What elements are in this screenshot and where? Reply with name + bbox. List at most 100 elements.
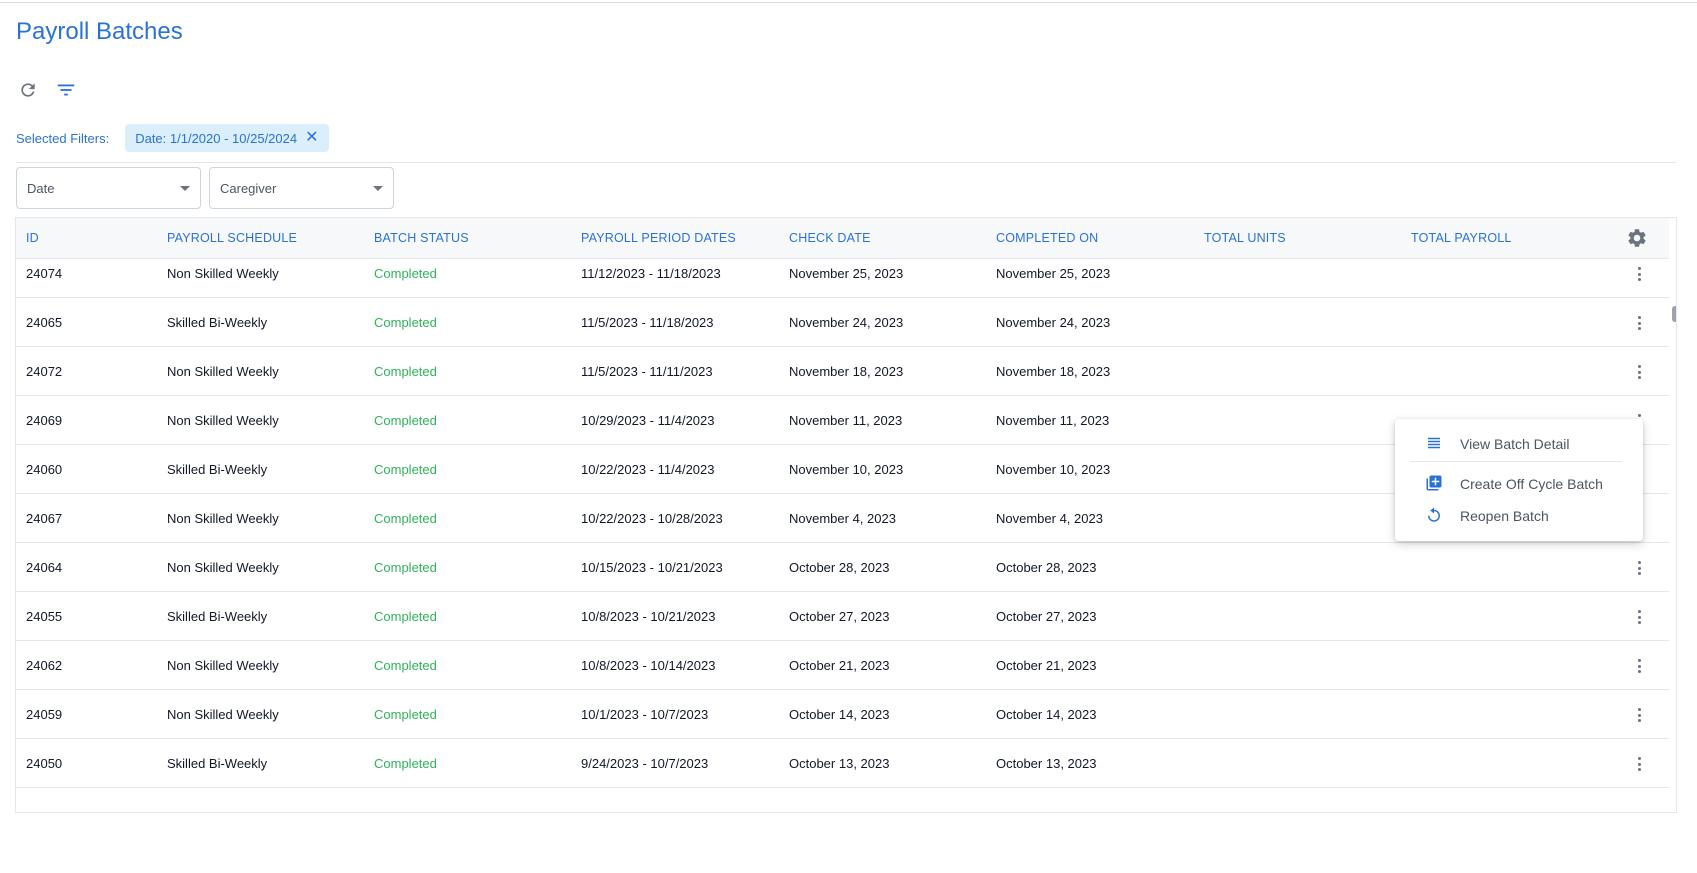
cell-check-date: November 10, 2023 <box>789 462 904 477</box>
row-actions-more-icon[interactable] <box>1631 755 1647 773</box>
cell-id: 24069 <box>26 413 63 428</box>
cell-payroll-schedule: Skilled Bi-Weekly <box>167 609 268 624</box>
cell-id: 24065 <box>26 315 63 330</box>
menu-item-create-off-cycle-batch[interactable]: Create Off Cycle Batch <box>1395 469 1643 499</box>
cell-batch-status: Completed <box>374 364 437 379</box>
cell-payroll-schedule: Non Skilled Weekly <box>167 364 279 379</box>
cell-id: 24067 <box>26 511 63 526</box>
scroll-thumb[interactable] <box>1672 306 1676 322</box>
cell-check-date: October 21, 2023 <box>789 658 890 673</box>
filters-divider <box>16 162 1676 163</box>
menu-item-label: Create Off Cycle Batch <box>1460 476 1603 492</box>
cell-batch-status: Completed <box>374 707 437 722</box>
date-select-label: Date <box>27 180 55 196</box>
cell-id: 24072 <box>26 364 63 379</box>
column-header-batch-status[interactable]: BATCH STATUS <box>374 231 469 245</box>
table-row[interactable]: 24059 Non Skilled Weekly Completed 10/1/202… <box>16 690 1669 739</box>
row-actions-more-icon[interactable] <box>1631 608 1647 626</box>
column-header-completed-on[interactable]: COMPLETED ON <box>996 231 1098 245</box>
row-actions-more-icon[interactable] <box>1631 265 1647 283</box>
list-icon <box>1428 437 1440 449</box>
add-box-icon <box>1426 475 1442 491</box>
cell-payroll-schedule: Non Skilled Weekly <box>167 511 279 526</box>
cell-check-date: November 24, 2023 <box>789 315 904 330</box>
page-title: Payroll Batches <box>16 18 183 45</box>
cell-completed-on: November 24, 2023 <box>996 315 1111 330</box>
cell-check-date: November 18, 2023 <box>789 364 904 379</box>
cell-completed-on: November 18, 2023 <box>996 364 1111 379</box>
table-row[interactable]: 24065 Skilled Bi-Weekly Completed 11/5/2023… <box>16 298 1669 347</box>
refresh-button[interactable] <box>16 78 40 102</box>
column-header-id[interactable]: ID <box>26 231 39 245</box>
table-scrollbar[interactable] <box>1672 259 1676 812</box>
cell-id: 24060 <box>26 462 63 477</box>
cell-batch-status: Completed <box>374 315 437 330</box>
cell-completed-on: October 28, 2023 <box>996 560 1097 575</box>
date-filter-chip-label: Date: 1/1/2020 - 10/25/2024 <box>135 130 298 146</box>
cell-completed-on: October 14, 2023 <box>996 707 1097 722</box>
menu-item-reopen-batch[interactable]: Reopen Batch <box>1395 501 1643 531</box>
table-row[interactable]: 24062 Non Skilled Weekly Completed 10/8/202… <box>16 641 1669 690</box>
menu-divider <box>1410 461 1622 462</box>
cell-payroll-period-dates: 10/15/2023 - 10/21/2023 <box>581 560 723 575</box>
cell-completed-on: November 4, 2023 <box>996 511 1103 526</box>
menu-item-view-batch-detail[interactable]: View Batch Detail <box>1395 429 1643 459</box>
cell-batch-status: Completed <box>374 511 437 526</box>
cell-check-date: October 14, 2023 <box>789 707 890 722</box>
menu-item-label: View Batch Detail <box>1460 436 1570 452</box>
chevron-down-icon <box>373 185 383 191</box>
caregiver-select[interactable]: Caregiver <box>209 167 394 209</box>
cell-check-date: October 28, 2023 <box>789 560 890 575</box>
cell-batch-status: Completed <box>374 658 437 673</box>
table-row[interactable]: 24055 Skilled Bi-Weekly Completed 10/8/2023… <box>16 592 1669 641</box>
top-border <box>0 2 1697 3</box>
selected-filters-label: Selected Filters: <box>16 130 110 146</box>
cell-check-date: November 11, 2023 <box>789 413 903 428</box>
cell-batch-status: Completed <box>374 609 437 624</box>
table-row[interactable]: 24050 Skilled Bi-Weekly Completed 9/24/2023… <box>16 739 1669 788</box>
cell-payroll-schedule: Skilled Bi-Weekly <box>167 462 268 477</box>
table-row[interactable]: 24064 Non Skilled Weekly Completed 10/15/20… <box>16 543 1669 592</box>
row-actions-more-icon[interactable] <box>1631 559 1647 577</box>
filter-icon <box>57 84 75 96</box>
batch-context-menu: View Batch Detail Create Off Cycle Batch… <box>1395 419 1643 541</box>
undo-icon <box>1428 507 1440 522</box>
row-actions-more-icon[interactable] <box>1631 706 1647 724</box>
column-header-total-units[interactable]: TOTAL UNITS <box>1204 231 1286 245</box>
cell-completed-on: October 27, 2023 <box>996 609 1097 624</box>
cell-batch-status: Completed <box>374 560 437 575</box>
cell-payroll-period-dates: 10/29/2023 - 11/4/2023 <box>581 413 715 428</box>
gear-icon[interactable] <box>1626 227 1648 249</box>
cell-id: 24055 <box>26 609 63 624</box>
cell-id: 24064 <box>26 560 63 575</box>
row-actions-more-icon[interactable] <box>1631 657 1647 675</box>
cell-payroll-period-dates: 10/22/2023 - 11/4/2023 <box>581 462 715 477</box>
cell-completed-on: October 13, 2023 <box>996 756 1097 771</box>
table-row[interactable]: 24072 Non Skilled Weekly Completed 11/5/202… <box>16 347 1669 396</box>
close-icon[interactable]: ✕ <box>305 130 318 146</box>
cell-payroll-period-dates: 11/5/2023 - 11/11/2023 <box>581 364 713 379</box>
cell-payroll-schedule: Non Skilled Weekly <box>167 560 279 575</box>
row-actions-more-icon[interactable] <box>1631 314 1647 332</box>
menu-item-label: Reopen Batch <box>1460 508 1549 524</box>
column-header-payroll-period-dates[interactable]: PAYROLL PERIOD DATES <box>581 231 736 245</box>
date-filter-chip[interactable]: Date: 1/1/2020 - 10/25/2024 ✕ <box>125 124 329 152</box>
cell-check-date: October 13, 2023 <box>789 756 890 771</box>
cell-completed-on: November 11, 2023 <box>996 413 1110 428</box>
cell-id: 24050 <box>26 756 63 771</box>
cell-id: 24059 <box>26 707 63 722</box>
filter-button[interactable] <box>54 78 78 102</box>
cell-payroll-period-dates: 11/5/2023 - 11/18/2023 <box>581 315 714 330</box>
cell-batch-status: Completed <box>374 462 437 477</box>
cell-payroll-period-dates: 10/8/2023 - 10/14/2023 <box>581 658 716 673</box>
row-actions-more-icon[interactable] <box>1631 363 1647 381</box>
selected-filters-row: Selected Filters: Date: 1/1/2020 - 10/25… <box>16 124 329 152</box>
column-header-payroll-schedule[interactable]: PAYROLL SCHEDULE <box>167 231 297 245</box>
cell-payroll-schedule: Skilled Bi-Weekly <box>167 315 268 330</box>
cell-completed-on: November 10, 2023 <box>996 462 1111 477</box>
refresh-icon <box>21 83 35 97</box>
column-header-total-payroll[interactable]: TOTAL PAYROLL <box>1411 231 1512 245</box>
column-header-check-date[interactable]: CHECK DATE <box>789 231 871 245</box>
cell-payroll-period-dates: 10/22/2023 - 10/28/2023 <box>581 511 723 526</box>
date-select[interactable]: Date <box>16 167 201 209</box>
